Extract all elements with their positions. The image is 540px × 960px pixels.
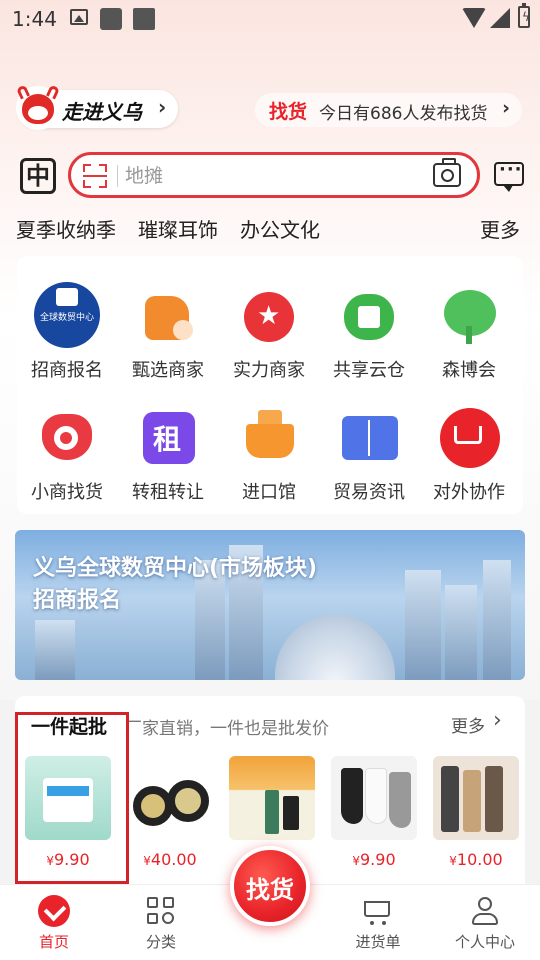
bull-mascot-icon [15, 84, 61, 130]
language-glyph: 中 [26, 162, 50, 190]
app-notification-icon [100, 8, 122, 30]
wifi-icon [462, 8, 486, 28]
banner-building [483, 560, 511, 680]
product-price: ¥40.00 [143, 850, 197, 869]
hot-tag-earrings[interactable]: 璀璨耳饰 [138, 214, 218, 243]
banner-building [445, 585, 477, 680]
search-bar[interactable] [68, 152, 480, 198]
nav-label: 首页 [38, 933, 69, 951]
product-card[interactable]: ¥40.00 [127, 756, 213, 869]
product-image-tumblers [433, 756, 519, 840]
category-icon [145, 895, 177, 927]
product-image-umbrella [229, 756, 315, 840]
home-icon [38, 895, 70, 927]
battery-charging-icon: ϟ [518, 3, 530, 28]
find-goods-tag: 找货 [269, 101, 308, 123]
grid-item-forest-expo[interactable]: 森博会 [419, 260, 519, 381]
grid-label: 贸易资讯 [333, 482, 405, 503]
app-notification-icon-2 [133, 8, 155, 30]
search-divider [117, 165, 118, 187]
bull-search-icon [34, 404, 100, 470]
grid-label: 转租转让 [132, 482, 204, 503]
grid-label: 共享云仓 [333, 360, 405, 381]
signal-icon [490, 8, 510, 28]
rent-icon: 租 [135, 404, 201, 470]
grid-label: 实力商家 [233, 360, 305, 381]
globe-cart-icon [436, 404, 502, 470]
grid-item-sublet[interactable]: 租 转租转让 [118, 382, 218, 503]
product-price: ¥9.90 [352, 850, 396, 869]
open-book-icon [336, 404, 402, 470]
nav-purchase-list[interactable]: 进货单 [324, 885, 432, 960]
find-goods-button-label: 找货 [246, 876, 294, 904]
thumbs-up-icon [135, 282, 201, 348]
product-image-jewelry-boxes [127, 756, 213, 840]
find-goods-text: 今日有686人发布找货 [319, 104, 488, 124]
grid-label: 甄选商家 [132, 360, 204, 381]
banner-title: 义乌全球数贸中心(市场板块) [33, 556, 318, 581]
banner-subtitle: 招商报名 [33, 588, 122, 613]
nav-home[interactable]: 首页 [0, 885, 108, 960]
grid-item-cloud-warehouse[interactable]: 共享云仓 [319, 260, 419, 381]
selection-highlight [15, 712, 129, 884]
grid-item-selected-merchants[interactable]: 甄选商家 [118, 260, 218, 381]
grid-item-small-merchant-sourcing[interactable]: 小商找货 [17, 382, 117, 503]
grid-item-recruitment[interactable]: 全球数贸中心 招商报名 [17, 260, 117, 381]
banner-building [35, 620, 75, 680]
banner-building [405, 570, 441, 680]
user-icon [469, 895, 501, 927]
nav-category[interactable]: 分类 [107, 885, 215, 960]
product-image-socks [331, 756, 417, 840]
promo-banner[interactable]: 义乌全球数贸中心(市场板块) 招商报名 [15, 530, 525, 680]
section-more-link[interactable]: 更多 [451, 712, 485, 737]
tree-hand-icon [436, 282, 502, 348]
grid-item-strong-merchants[interactable]: ★ 实力商家 [219, 260, 319, 381]
grid-label: 对外协作 [433, 482, 505, 503]
camera-search-icon[interactable] [433, 158, 461, 187]
nav-label: 分类 [145, 933, 176, 951]
language-switch-icon[interactable]: 中 [20, 158, 56, 194]
enter-yiwu-label: 走进义乌 [62, 100, 142, 124]
find-goods-notice[interactable]: 找货 今日有686人发布找货 › [255, 93, 522, 127]
nav-label: 进货单 [355, 933, 401, 951]
banner-dome [275, 615, 395, 680]
ship-icon [236, 404, 302, 470]
nav-profile[interactable]: 个人中心 [431, 885, 539, 960]
hot-tag-office[interactable]: 办公文化 [240, 214, 320, 243]
hot-tag-summer-storage[interactable]: 夏季收纳季 [16, 214, 116, 243]
nav-label: 个人中心 [454, 933, 515, 951]
grid-item-import-hall[interactable]: 进口馆 [219, 382, 319, 503]
product-card[interactable]: ¥10.00 [433, 756, 519, 869]
grid-item-foreign-cooperation[interactable]: 对外协作 [419, 382, 519, 503]
enter-yiwu-button[interactable]: 走进义乌 › [15, 84, 178, 130]
section-subtitle: 厂家直销，一件也是批发价 [125, 719, 329, 739]
function-grid: 全球数贸中心 招商报名 甄选商家 ★ 实力商家 共享云仓 森博会 小商找货 租 … [17, 256, 523, 514]
grid-label: 招商报名 [31, 360, 103, 381]
message-icon[interactable] [494, 159, 524, 192]
gallery-notification-icon [70, 9, 88, 25]
chevron-right-icon: › [158, 95, 167, 119]
status-bar: 1:44 ϟ [0, 0, 540, 38]
grid-item-trade-news[interactable]: 贸易资讯 [319, 382, 419, 503]
cloud-warehouse-icon [336, 282, 402, 348]
hot-tags-more[interactable]: 更多 [480, 214, 520, 243]
chevron-right-icon: › [502, 97, 510, 119]
product-price: ¥10.00 [449, 850, 503, 869]
product-card[interactable] [229, 756, 315, 840]
star-medal-icon: ★ [236, 282, 302, 348]
product-card[interactable]: ¥9.90 [331, 756, 417, 869]
global-trade-center-logo-icon: 全球数贸中心 [34, 282, 100, 348]
grid-label: 小商找货 [31, 482, 103, 503]
find-goods-center-button[interactable]: 找货 [230, 846, 310, 926]
status-time: 1:44 [12, 7, 57, 31]
grid-label: 进口馆 [242, 482, 296, 503]
cart-icon [362, 895, 394, 927]
search-input[interactable] [125, 162, 415, 190]
scan-icon[interactable] [83, 164, 107, 188]
grid-label: 森博会 [442, 360, 496, 381]
chevron-right-icon[interactable]: › [493, 708, 502, 733]
